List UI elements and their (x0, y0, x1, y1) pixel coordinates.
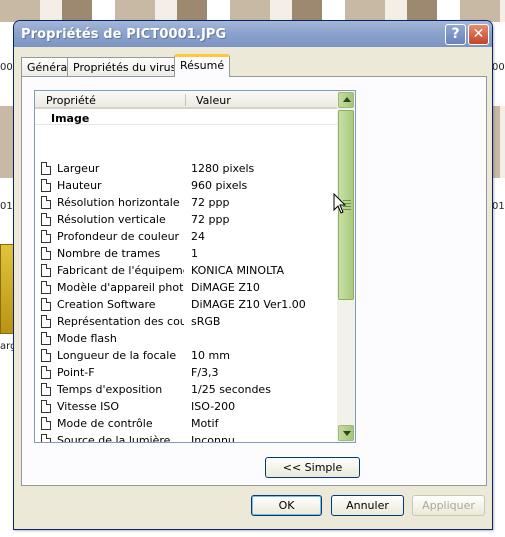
title-bar[interactable]: Propriétés de PICT0001.JPG ? ✕ (14, 21, 492, 47)
document-icon (41, 383, 51, 396)
tab-virus-properties[interactable]: Propriétés du virus (67, 57, 183, 77)
properties-list[interactable]: Propriété Valeur Image Largeur 1280 pixel… (34, 90, 356, 443)
document-icon (41, 298, 51, 311)
group-separator (35, 124, 337, 125)
help-button[interactable]: ? (445, 24, 466, 45)
list-item[interactable]: Fabricant de l'équipement KONICA MINOLTA (35, 262, 337, 279)
document-icon (41, 162, 51, 175)
property-value: 1280 pixels (191, 162, 255, 175)
property-value: ISO-200 (191, 400, 236, 413)
list-item[interactable]: Résolution verticale 72 ppp (35, 211, 337, 228)
list-item[interactable]: Longueur de la focale 10 mm (35, 347, 337, 364)
document-icon (41, 417, 51, 430)
property-value: KONICA MINOLTA (191, 264, 285, 277)
property-name: Représentation des cou... (57, 315, 184, 328)
property-name: Mode flash (57, 332, 117, 345)
cancel-button[interactable]: Annuler (331, 495, 404, 516)
property-value: 10 mm (191, 349, 230, 362)
document-icon (41, 349, 51, 362)
list-item[interactable]: Résolution horizontale 72 ppp (35, 194, 337, 211)
property-value: 960 pixels (191, 179, 248, 192)
property-name: Hauteur (57, 179, 102, 192)
property-value: F/3,3 (191, 366, 219, 379)
properties-dialog: Propriétés de PICT0001.JPG ? ✕ Général P… (13, 20, 493, 530)
list-item[interactable]: Nombre de trames 1 (35, 245, 337, 262)
background-filename-fragment: 001 (492, 62, 505, 73)
property-value: DiMAGE Z10 Ver1.00 (191, 298, 306, 311)
list-item[interactable]: Largeur 1280 pixels (35, 160, 337, 177)
tab-summary[interactable]: Résumé (174, 54, 231, 77)
document-icon (41, 434, 51, 442)
apply-button[interactable]: Appliquer (412, 495, 485, 516)
property-value: 1/25 secondes (191, 383, 271, 396)
document-icon (41, 281, 51, 294)
document-icon (41, 264, 51, 277)
property-name: Creation Software (57, 298, 156, 311)
background-filename-fragment: 010 (492, 201, 505, 212)
property-name: Résolution horizontale (57, 196, 180, 209)
property-value: 72 ppp (191, 196, 230, 209)
document-icon (41, 315, 51, 328)
document-icon (41, 400, 51, 413)
property-name: Fabricant de l'équipement (57, 264, 184, 277)
scroll-down-arrow-icon[interactable] (338, 425, 354, 441)
property-name: Temps d'exposition (57, 383, 163, 396)
list-item[interactable]: Mode flash (35, 330, 337, 347)
background-thumbnails-top (0, 0, 505, 22)
list-header: Propriété Valeur (35, 91, 337, 109)
document-icon (41, 213, 51, 226)
ok-button[interactable]: OK (251, 495, 322, 516)
close-button[interactable]: ✕ (468, 24, 489, 45)
document-icon (41, 332, 51, 345)
property-name: Nombre de trames (57, 247, 161, 260)
resize-cursor-icon (333, 193, 347, 214)
property-name: Résolution verticale (57, 213, 166, 226)
list-item[interactable]: Point-F F/3,3 (35, 364, 337, 381)
document-icon (41, 247, 51, 260)
list-item[interactable]: Source de la lumière Inconnu (35, 432, 337, 443)
list-item[interactable]: Modèle d'appareil photo DiMAGE Z10 (35, 279, 337, 296)
column-divider[interactable] (185, 94, 186, 106)
list-item[interactable]: Hauteur 960 pixels (35, 177, 337, 194)
document-icon (41, 196, 51, 209)
property-name: Source de la lumière (57, 434, 171, 443)
window-title: Propriétés de PICT0001.JPG (21, 27, 227, 42)
column-header-value[interactable]: Valeur (196, 94, 231, 107)
property-name: Largeur (57, 162, 100, 175)
vertical-scrollbar[interactable] (337, 91, 355, 442)
property-name: Vitesse ISO (57, 400, 120, 413)
property-value: Motif (191, 417, 219, 430)
property-value: sRGB (191, 315, 221, 328)
property-value: Inconnu (191, 434, 235, 443)
property-value: 72 ppp (191, 213, 230, 226)
property-name: Mode de contrôle (57, 417, 153, 430)
property-name: Longueur de la focale (57, 349, 177, 362)
scroll-up-arrow-icon[interactable] (338, 92, 354, 108)
property-value: 1 (191, 247, 198, 260)
column-header-property[interactable]: Propriété (46, 94, 96, 107)
property-value: 24 (191, 230, 205, 243)
property-name: Profondeur de couleur (57, 230, 180, 243)
list-item[interactable]: Temps d'exposition 1/25 secondes (35, 381, 337, 398)
list-item[interactable]: Vitesse ISO ISO-200 (35, 398, 337, 415)
document-icon (41, 230, 51, 243)
property-value: DiMAGE Z10 (191, 281, 260, 294)
simple-view-button[interactable]: << Simple (265, 457, 360, 478)
list-item[interactable]: Profondeur de couleur 24 (35, 228, 337, 245)
list-item[interactable]: Mode de contrôle Motif (35, 415, 337, 432)
property-name: Point-F (57, 366, 95, 379)
list-item[interactable]: Creation Software DiMAGE Z10 Ver1.00 (35, 296, 337, 313)
document-icon (41, 366, 51, 379)
document-icon (41, 179, 51, 192)
list-item[interactable]: Représentation des cou... sRGB (35, 313, 337, 330)
property-name: Modèle d'appareil photo (57, 281, 184, 294)
